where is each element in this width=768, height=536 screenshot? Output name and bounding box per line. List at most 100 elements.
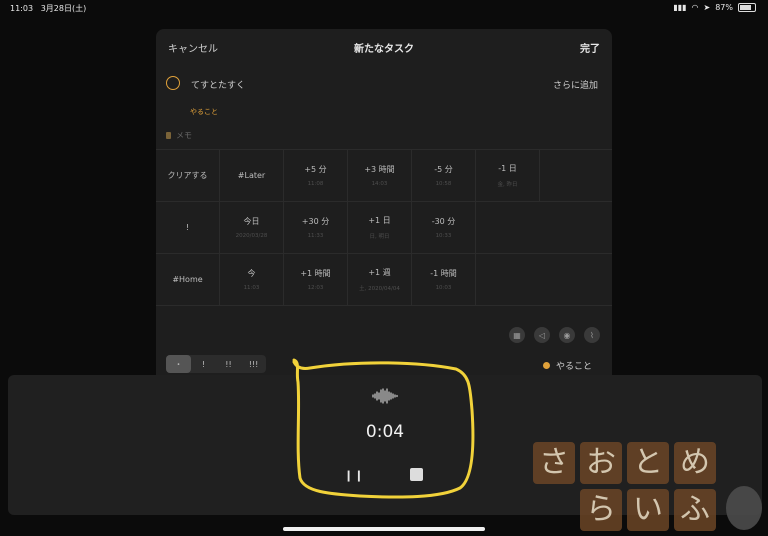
logo-char: い <box>627 489 669 531</box>
grid-row: #Home 今 11:03 +1 時間 12:03 +1 週土, 2020/04/04 -1… <box>156 254 612 306</box>
empty-cell <box>476 202 540 253</box>
location-arrow-icon: ➤ <box>703 3 711 12</box>
quick-date-button[interactable]: 今日 2020/03/28 <box>220 202 284 253</box>
pause-button[interactable]: ❙❙ <box>344 469 364 482</box>
new-task-sheet: キャンセル 新たなタスク 完了 てすとたすく さらに追加 やること メモ クリア… <box>156 29 612 389</box>
quick-date-label: +3 時間 <box>364 165 395 174</box>
quick-date-label: -5 分 <box>434 165 453 174</box>
logo-char: お <box>580 442 622 484</box>
mascot-icon <box>726 486 762 530</box>
quick-date-button[interactable]: 今 11:03 <box>220 254 284 305</box>
quick-date-button[interactable]: +5 分 11:08 <box>284 150 348 201</box>
nav-bar: キャンセル 新たなタスク 完了 <box>156 29 612 63</box>
quick-date-button[interactable]: クリアする <box>156 150 220 201</box>
home-indicator[interactable] <box>283 527 485 531</box>
logo-char: め <box>674 442 716 484</box>
megaphone-icon[interactable]: ◁ <box>534 327 550 343</box>
quick-date-grid: クリアする #Later +5 分 11:08 +3 時間 14:03 -5 分 10:58-… <box>156 149 612 306</box>
quick-date-detail: 12:03 <box>307 285 324 291</box>
status-time-date: 11:03 3月28日(土) <box>10 3 86 14</box>
quick-date-detail: 金, 昨日 <box>497 182 518 188</box>
status-time: 11:03 <box>10 4 34 13</box>
quick-date-button[interactable]: -1 時間 10:03 <box>412 254 476 305</box>
task-title-input[interactable]: てすとたすく <box>191 78 245 91</box>
empty-cell <box>540 202 604 253</box>
quick-date-label: #Home <box>172 275 203 284</box>
quick-date-label: +5 分 <box>304 165 327 174</box>
quick-date-label: +1 時間 <box>300 269 331 278</box>
quick-date-detail: 10:33 <box>435 233 452 239</box>
quick-date-label: ! <box>185 223 190 232</box>
quick-date-label: +30 分 <box>301 217 330 226</box>
watermark-logo: さ お と め ら い ふ <box>533 442 768 536</box>
empty-cell <box>540 254 604 305</box>
priority-segmented-control: ・ ! !! !!! <box>166 355 266 373</box>
quick-date-detail: 土, 2020/04/04 <box>359 286 400 292</box>
done-button[interactable]: 完了 <box>580 40 600 55</box>
logo-char: と <box>627 442 669 484</box>
status-bar: 11:03 3月28日(土) ▮▮▮ ◠ ➤ 87% <box>0 0 768 16</box>
priority-low[interactable]: ! <box>191 355 216 373</box>
quick-date-label: 今 <box>247 269 256 278</box>
quick-date-button[interactable]: -1 日金, 昨日 <box>476 150 540 201</box>
quick-date-label: +1 週 <box>368 268 391 277</box>
quick-date-detail: 11:03 <box>243 285 260 291</box>
quick-date-button[interactable]: +1 週土, 2020/04/04 <box>348 254 412 305</box>
quick-date-button[interactable]: +30 分 11:33 <box>284 202 348 253</box>
paperclip-icon[interactable]: ⌇ <box>584 327 600 343</box>
quick-date-detail: 11:33 <box>307 233 324 239</box>
wifi-icon: ◠ <box>691 3 699 12</box>
priority-medium[interactable]: !! <box>216 355 241 373</box>
quick-date-button[interactable]: #Later <box>220 150 284 201</box>
waveform-icon <box>372 388 398 404</box>
quick-date-button[interactable]: -5 分 10:58 <box>412 150 476 201</box>
grid-row: クリアする #Later +5 分 11:08 +3 時間 14:03 -5 分 10:58-… <box>156 150 612 202</box>
quick-date-detail: 10:03 <box>435 285 452 291</box>
complete-checkbox[interactable] <box>166 76 180 90</box>
note-icon <box>166 132 171 139</box>
battery-icon <box>738 3 756 12</box>
memo-placeholder: メモ <box>176 131 192 140</box>
quick-date-label: クリアする <box>167 171 208 180</box>
signal-icon: ▮▮▮ <box>673 3 687 12</box>
quick-date-detail: 10:58 <box>435 181 452 187</box>
quick-date-button[interactable]: ! <box>156 202 220 253</box>
quick-date-detail: 11:08 <box>307 181 324 187</box>
priority-high[interactable]: !!! <box>241 355 266 373</box>
quick-date-button[interactable]: #Home <box>156 254 220 305</box>
quick-date-detail: 日, 明日 <box>369 234 390 240</box>
quick-date-label: -30 分 <box>431 217 456 226</box>
logo-char: ふ <box>674 489 716 531</box>
location-icon[interactable]: ◉ <box>559 327 575 343</box>
quick-date-button[interactable]: -30 分 10:33 <box>412 202 476 253</box>
quick-date-detail: 14:03 <box>371 181 388 187</box>
quick-date-button[interactable]: +1 日日, 明日 <box>348 202 412 253</box>
grid-row: ! 今日 2020/03/28 +30 分 11:33 +1 日日, 明日 -30 分 10:… <box>156 202 612 254</box>
quick-date-button[interactable]: +3 時間 14:03 <box>348 150 412 201</box>
memo-field[interactable]: メモ <box>166 130 192 141</box>
task-row: てすとたすく さらに追加 <box>156 73 612 97</box>
quick-date-label: #Later <box>237 171 266 180</box>
quick-date-label: -1 日 <box>498 164 517 173</box>
battery-percent: 87% <box>715 3 733 12</box>
list-tag[interactable]: やること <box>190 107 218 117</box>
page-title: 新たなタスク <box>354 44 414 55</box>
quick-date-label: +1 日 <box>368 216 391 225</box>
empty-cell <box>540 150 604 201</box>
attachment-icon-bar: ▦ ◁ ◉ ⌇ <box>509 327 600 343</box>
status-date: 3月28日(土) <box>40 4 87 13</box>
status-right: ▮▮▮ ◠ ➤ 87% <box>673 3 756 12</box>
quick-date-label: -1 時間 <box>430 269 457 278</box>
quick-date-button[interactable]: +1 時間 12:03 <box>284 254 348 305</box>
quick-date-detail: 2020/03/28 <box>235 233 268 239</box>
stop-button[interactable] <box>410 468 423 481</box>
priority-none[interactable]: ・ <box>166 355 191 373</box>
elapsed-time: 0:04 <box>365 422 405 442</box>
logo-char: さ <box>533 442 575 484</box>
list-selector[interactable]: やること <box>542 359 592 372</box>
quick-date-label: 今日 <box>243 217 260 226</box>
add-more-button[interactable]: さらに追加 <box>553 78 598 91</box>
empty-cell <box>476 254 540 305</box>
logo-char: ら <box>580 489 622 531</box>
calendar-icon[interactable]: ▦ <box>509 327 525 343</box>
